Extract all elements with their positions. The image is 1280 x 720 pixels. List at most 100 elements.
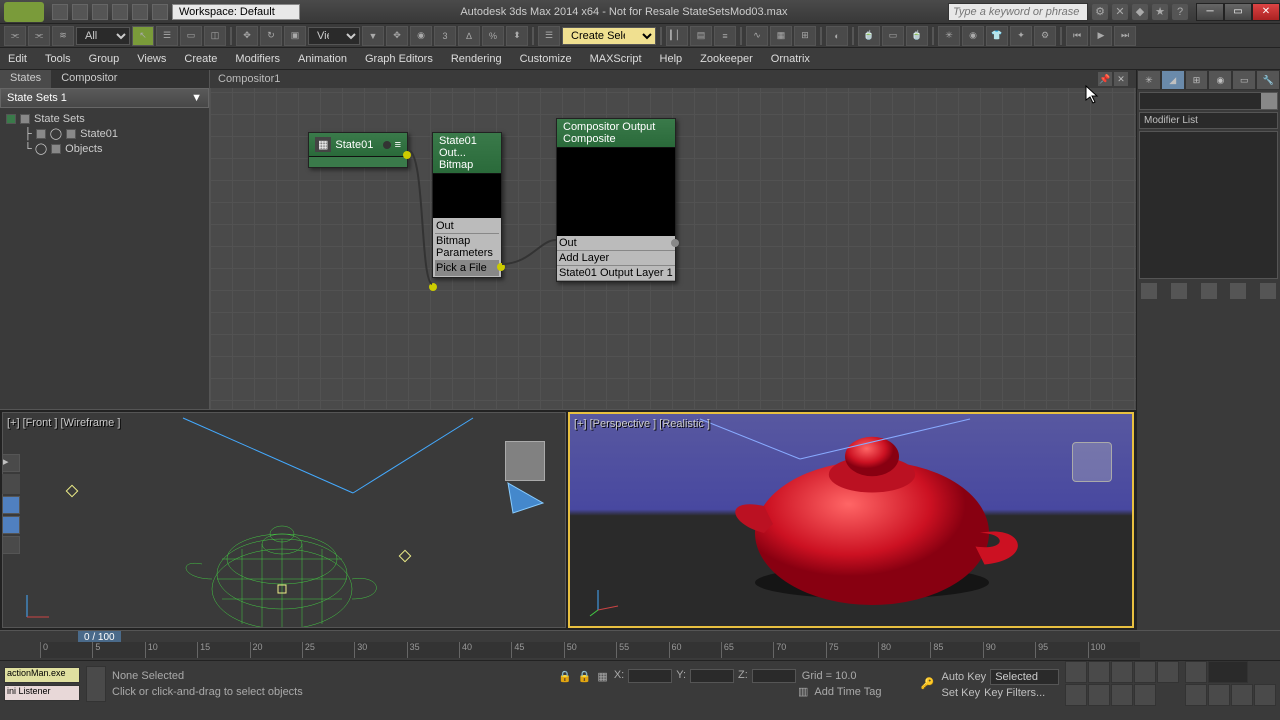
script-listener2[interactable]: ini Listener — [4, 685, 80, 701]
time-slider[interactable]: 0 / 100 0510 152025 303540 455055 606570… — [0, 630, 1280, 660]
play-btn[interactable]: ▶ — [1090, 26, 1112, 46]
scale-tool[interactable]: ▣ — [284, 26, 306, 46]
sel-lock-icon[interactable]: 🔒 — [578, 670, 592, 683]
menu-customize[interactable]: Customize — [520, 53, 572, 65]
nav-zoom-icon[interactable] — [1065, 684, 1087, 706]
viewcube-front[interactable] — [505, 441, 545, 481]
node-bitmap[interactable]: State01 Out...Bitmap Out Bitmap Paramete… — [432, 132, 502, 278]
orn4[interactable]: ✦ — [1010, 26, 1032, 46]
spinner-snap[interactable]: ⬍ — [506, 26, 528, 46]
key-set-dropdown[interactable]: Selected — [990, 669, 1059, 685]
compositor-canvas[interactable]: Compositor1 📌 ✕ ▦ State01 ≡ — [210, 70, 1136, 409]
time-tag-icon[interactable]: ▥ — [798, 685, 808, 698]
vp-tool2[interactable] — [2, 516, 20, 534]
vp-front-label[interactable]: [+] [Front ] [Wireframe ] — [7, 417, 120, 429]
maximize-button[interactable]: ▭ — [1224, 3, 1252, 21]
auto-key-button[interactable]: Auto Key — [942, 671, 987, 683]
orn1[interactable]: ✳ — [938, 26, 960, 46]
prev-frame-icon[interactable] — [1088, 661, 1110, 683]
viewport-perspective[interactable]: [+] [Perspective ] [Realistic ] — [568, 412, 1134, 628]
tab-create-icon[interactable]: ✳ — [1137, 70, 1161, 90]
compositor-close-icon[interactable]: ✕ — [1114, 72, 1128, 86]
select-name-tool[interactable]: ☰ — [156, 26, 178, 46]
key-filters-button[interactable]: Key Filters... — [984, 687, 1045, 699]
menu-help[interactable]: Help — [660, 53, 683, 65]
timeline-ruler[interactable]: 0510 152025 303540 455055 606570 758085 … — [40, 642, 1140, 658]
menu-grapheditors[interactable]: Graph Editors — [365, 53, 433, 65]
mirror-tool[interactable]: ▎▏ — [666, 26, 688, 46]
workspace-dropdown[interactable]: Workspace: Default — [172, 4, 300, 20]
frame-input[interactable] — [1208, 661, 1248, 683]
redo-icon[interactable] — [132, 4, 148, 20]
config-icon[interactable] — [1260, 283, 1276, 299]
lock-icon[interactable]: 🔒 — [558, 670, 572, 683]
modifier-stack[interactable] — [1139, 131, 1278, 279]
named-selection[interactable]: Create Selection Se — [562, 27, 656, 45]
remove-icon[interactable] — [1230, 283, 1246, 299]
tree-objects[interactable]: └ ◯ Objects — [22, 141, 205, 156]
time-config-icon[interactable] — [1185, 661, 1207, 683]
y-input[interactable] — [690, 669, 734, 683]
angle-snap[interactable]: ∆ — [458, 26, 480, 46]
link-tool[interactable]: ⫘ — [4, 26, 26, 46]
unlink-tool[interactable]: ⫘ — [28, 26, 50, 46]
link-icon[interactable] — [152, 4, 168, 20]
menu-tools[interactable]: Tools — [45, 53, 71, 65]
state-sets-header[interactable]: State Sets 1 ▼ — [0, 88, 209, 108]
node-compositor-output[interactable]: Compositor OutputComposite Out Add Layer… — [556, 118, 676, 282]
nav-maximize-icon[interactable] — [1208, 684, 1230, 706]
tab-motion-icon[interactable]: ◉ — [1208, 70, 1232, 90]
nav-orbit-icon[interactable] — [1185, 684, 1207, 706]
orn5[interactable]: ⚙ — [1034, 26, 1056, 46]
menu-views[interactable]: Views — [137, 53, 166, 65]
output-port[interactable] — [403, 151, 411, 159]
vp-max-icon[interactable]: ▸ — [2, 454, 20, 472]
tree-state01[interactable]: ├ ◯ State01 — [22, 126, 205, 141]
edit-named-sel[interactable]: ☰ — [538, 26, 560, 46]
sel-mode-icon[interactable]: ▦ — [597, 670, 607, 683]
viewcube-persp[interactable] — [1072, 442, 1112, 482]
menu-group[interactable]: Group — [89, 53, 120, 65]
render-frame-tool[interactable]: ▭ — [882, 26, 904, 46]
schematic-tool[interactable]: ⊞ — [794, 26, 816, 46]
nav-pan-icon[interactable] — [1134, 684, 1156, 706]
play-end[interactable]: ⏭ — [1114, 26, 1136, 46]
nav-extra2-icon[interactable] — [1254, 684, 1276, 706]
orn2[interactable]: ◉ — [962, 26, 984, 46]
output-out-port[interactable] — [671, 239, 679, 247]
node-state01[interactable]: ▦ State01 ≡ — [308, 132, 408, 168]
help-icon[interactable]: ? — [1172, 4, 1188, 20]
close-button[interactable]: ✕ — [1252, 3, 1280, 21]
new-icon[interactable] — [52, 4, 68, 20]
layers-tool[interactable]: ≡ — [714, 26, 736, 46]
z-input[interactable] — [752, 669, 796, 683]
vp-persp-label[interactable]: [+] [Perspective ] [Realistic ] — [574, 418, 710, 430]
bind-tool[interactable]: ≋ — [52, 26, 74, 46]
rotate-tool[interactable]: ↻ — [260, 26, 282, 46]
color-swatch[interactable] — [1261, 93, 1277, 109]
vp-tool3[interactable] — [2, 536, 20, 554]
add-layer-button[interactable]: Add Layer — [557, 251, 675, 266]
comm-icon[interactable]: ◆ — [1132, 4, 1148, 20]
use-pivot-tool[interactable]: ▼ — [362, 26, 384, 46]
tab-compositor[interactable]: Compositor — [51, 70, 127, 88]
menu-animation[interactable]: Animation — [298, 53, 347, 65]
pick-file-button[interactable]: Pick a File — [435, 261, 499, 276]
play-icon[interactable] — [1111, 661, 1133, 683]
isolate-icon[interactable] — [86, 666, 106, 702]
play-start[interactable]: ⏮ — [1066, 26, 1088, 46]
select-rect-tool[interactable]: ▭ — [180, 26, 202, 46]
pin-icon[interactable]: 📌 — [1098, 72, 1112, 86]
nav-extra1-icon[interactable] — [1231, 684, 1253, 706]
menu-icon[interactable]: ≡ — [395, 139, 401, 151]
signin-icon[interactable]: ⚙ — [1092, 4, 1108, 20]
tab-states[interactable]: States — [0, 70, 51, 88]
menu-edit[interactable]: Edit — [8, 53, 27, 65]
bitmap-out-port[interactable] — [497, 263, 505, 271]
material-editor-tool[interactable]: ◐ — [826, 26, 848, 46]
bitmap-in-port[interactable] — [429, 283, 437, 291]
tab-utilities-icon[interactable]: 🔧 — [1256, 70, 1280, 90]
modifier-list-dropdown[interactable]: Modifier List — [1139, 112, 1278, 129]
selection-filter[interactable]: All — [76, 27, 130, 45]
menu-zookeeper[interactable]: Zookeeper — [700, 53, 753, 65]
